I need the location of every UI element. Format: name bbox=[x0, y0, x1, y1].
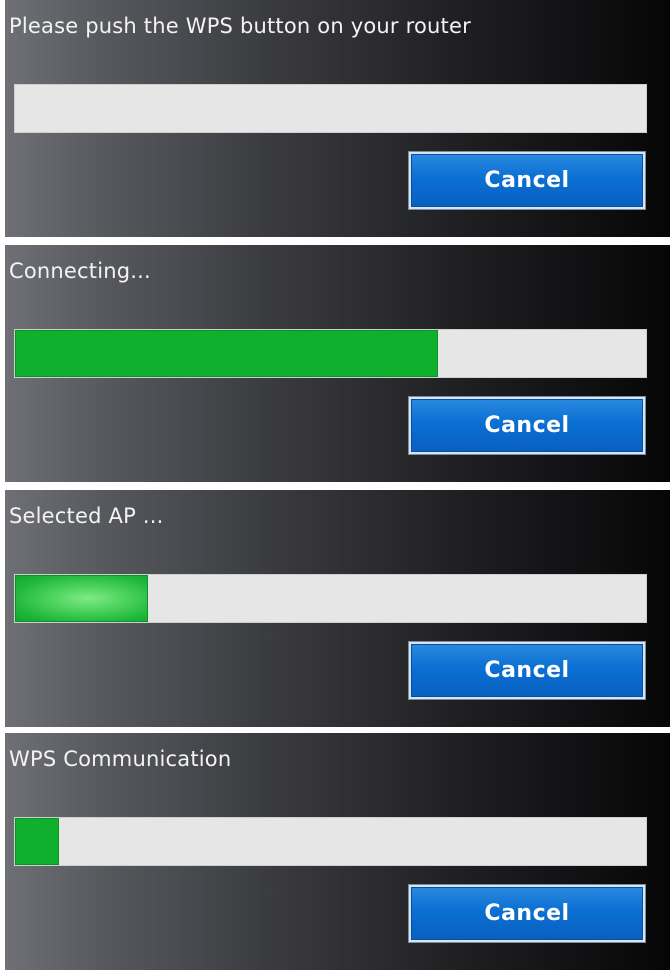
wps-panel-communication: WPS Communication Cancel bbox=[5, 733, 670, 970]
progress-fill bbox=[15, 330, 438, 377]
cancel-button[interactable]: Cancel bbox=[408, 151, 646, 210]
progress-bar bbox=[14, 817, 647, 866]
progress-bar bbox=[14, 574, 647, 623]
cancel-button[interactable]: Cancel bbox=[408, 641, 646, 700]
progress-bar bbox=[14, 84, 647, 133]
wps-panel-connecting: Connecting... Cancel bbox=[5, 245, 670, 482]
cancel-button[interactable]: Cancel bbox=[408, 884, 646, 943]
wps-dialog-sequence: Please push the WPS button on your route… bbox=[0, 0, 670, 970]
status-text: WPS Communication bbox=[9, 747, 232, 771]
cancel-button[interactable]: Cancel bbox=[408, 396, 646, 455]
progress-bar bbox=[14, 329, 647, 378]
progress-fill bbox=[15, 575, 148, 622]
wps-panel-push-button: Please push the WPS button on your route… bbox=[5, 0, 670, 237]
status-text: Selected AP ... bbox=[9, 504, 164, 528]
status-text: Connecting... bbox=[9, 259, 151, 283]
progress-fill bbox=[15, 818, 60, 865]
wps-panel-selected-ap: Selected AP ... Cancel bbox=[5, 490, 670, 727]
status-text: Please push the WPS button on your route… bbox=[9, 14, 471, 38]
